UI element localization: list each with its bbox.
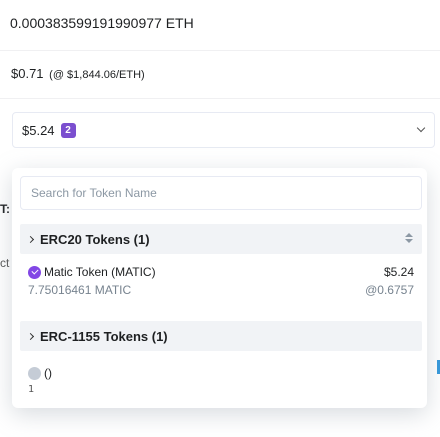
token-name-label: () [44,366,52,380]
token-list-item-erc1155[interactable]: () 1 [20,361,422,405]
token-id: 1 [28,384,35,395]
token-rate: @0.6757 [365,283,414,297]
token-count-badge: 2 [60,122,76,138]
token-name: Matic Token (MATIC) [28,265,156,279]
token-placeholder-icon [28,366,41,380]
group-label: ERC-1155 Tokens (1) [40,328,168,344]
token-name-label: Matic Token (MATIC) [44,265,156,279]
chevron-right-icon [26,235,35,243]
erc1155-group-header[interactable]: ERC-1155 Tokens (1) [20,321,422,351]
token-quantity: 7.75016461 MATIC [28,283,132,297]
background-label-fragment: ct [0,256,10,270]
matic-icon [28,265,41,279]
token-value: $5.24 [383,265,414,279]
token-list-item-matic[interactable]: Matic Token (MATIC) $5.24 7.75016461 MAT… [20,260,422,304]
eth-value-line: $0.71 (@ $1,844.06/ETH) [11,66,145,81]
token-search-input[interactable] [20,176,422,210]
token-dropdown-menu: ERC20 Tokens (1) Matic Token (MATIC) $5.… [12,168,427,408]
eth-balance: 0.000383599191990977 ETH [10,15,194,31]
group-label: ERC20 Tokens (1) [40,231,150,247]
eth-usd-value: $0.71 [11,66,44,81]
token-total-value: $5.24 [22,122,55,138]
chevron-right-icon [26,332,35,340]
token-holdings-dropdown-button[interactable]: $5.24 2 [12,112,435,148]
erc20-group-header[interactable]: ERC20 Tokens (1) [20,224,422,254]
eth-price-rate: (@ $1,844.06/ETH) [49,69,145,81]
token-name: () [28,366,52,380]
token-holdings-panel: 0.000383599191990977 ETH $0.71 (@ $1,844… [0,0,440,437]
divider [0,98,440,99]
background-label-fragment: T: [0,202,10,216]
divider [0,50,440,51]
chevron-down-icon [416,123,426,133]
sort-icon[interactable] [404,232,414,246]
